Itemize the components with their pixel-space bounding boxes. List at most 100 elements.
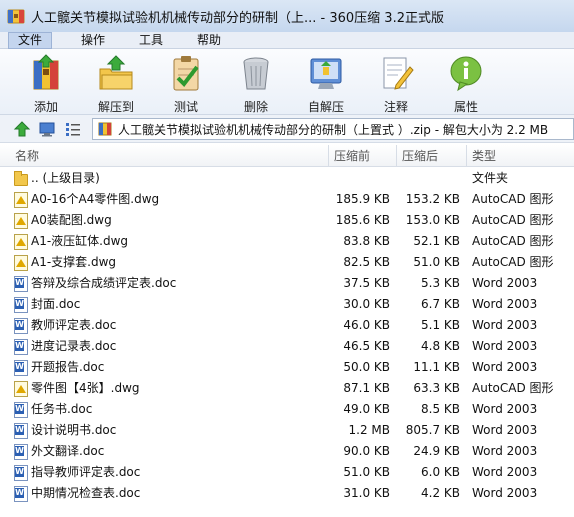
file-name: 教师评定表.doc xyxy=(31,318,117,332)
file-size: 49.0 KB xyxy=(343,402,390,416)
file-type: Word 2003 xyxy=(472,276,538,290)
word-doc-icon xyxy=(14,297,28,313)
extract-to-icon xyxy=(96,53,136,93)
file-size: 51.0 KB xyxy=(343,465,390,479)
file-packed-size: 4.2 KB xyxy=(421,486,460,500)
word-doc-icon xyxy=(14,402,28,418)
app-icon xyxy=(7,7,25,25)
file-name: 中期情况检查表.doc xyxy=(31,486,141,500)
address-bar: 人工髋关节模拟试验机机械传动部分的研制（上置式 ）.zip - 解包大小为 2.… xyxy=(0,115,574,143)
file-packed-size: 11.1 KB xyxy=(413,360,460,374)
file-name: 零件图【4张】.dwg xyxy=(31,381,140,395)
word-doc-icon xyxy=(14,360,28,376)
test-clipboard-icon xyxy=(166,53,206,93)
zip-archive-icon xyxy=(98,122,112,136)
file-row[interactable]: 答辩及综合成绩评定表.doc 37.5 KB 5.3 KB Word 2003 xyxy=(0,273,574,294)
column-name[interactable]: 名称 xyxy=(10,145,328,167)
path-field[interactable]: 人工髋关节模拟试验机机械传动部分的研制（上置式 ）.zip - 解包大小为 2.… xyxy=(92,118,574,140)
file-name: 开题报告.doc xyxy=(31,360,105,374)
file-size: 87.1 KB xyxy=(343,381,390,395)
file-row[interactable]: 设计说明书.doc 1.2 MB 805.7 KB Word 2003 xyxy=(0,420,574,441)
file-name: 任务书.doc xyxy=(31,402,93,416)
file-row[interactable]: 任务书.doc 49.0 KB 8.5 KB Word 2003 xyxy=(0,399,574,420)
file-row[interactable]: 指导教师评定表.doc 51.0 KB 6.0 KB Word 2003 xyxy=(0,462,574,483)
file-name: 答辩及综合成绩评定表.doc xyxy=(31,276,177,290)
autocad-file-icon xyxy=(14,192,28,208)
menu-tools[interactable]: 工具 xyxy=(130,32,172,49)
self-extract-icon xyxy=(306,53,346,93)
file-size: 185.6 KB xyxy=(335,213,390,227)
file-row[interactable]: A1-支撑套.dwg 82.5 KB 51.0 KB AutoCAD 图形 xyxy=(0,252,574,273)
properties-button[interactable]: 属性 xyxy=(438,53,494,114)
menu-operate[interactable]: 操作 xyxy=(72,32,114,49)
file-size: 30.0 KB xyxy=(343,297,390,311)
autocad-file-icon xyxy=(14,255,28,271)
word-doc-icon xyxy=(14,318,28,334)
file-type: AutoCAD 图形 xyxy=(472,213,554,227)
file-row[interactable]: .. (上级目录) 文件夹 xyxy=(0,168,574,189)
file-row[interactable]: 外文翻译.doc 90.0 KB 24.9 KB Word 2003 xyxy=(0,441,574,462)
file-type: Word 2003 xyxy=(472,423,538,437)
file-row[interactable]: 进度记录表.doc 46.5 KB 4.8 KB Word 2003 xyxy=(0,336,574,357)
menu-file[interactable]: 文件 xyxy=(8,31,53,49)
file-name: 设计说明书.doc xyxy=(31,423,117,437)
properties-label: 属性 xyxy=(453,100,478,114)
word-doc-icon xyxy=(14,276,28,292)
delete-button[interactable]: 删除 xyxy=(228,53,284,114)
file-type: Word 2003 xyxy=(472,486,538,500)
file-row[interactable]: A1-液压缸体.dwg 83.8 KB 52.1 KB AutoCAD 图形 xyxy=(0,231,574,252)
file-packed-size: 24.9 KB xyxy=(413,444,460,458)
comment-label: 注释 xyxy=(383,100,408,114)
list-view-icon[interactable] xyxy=(64,120,82,138)
file-name: 封面.doc xyxy=(31,297,81,311)
file-row[interactable]: 教师评定表.doc 46.0 KB 5.1 KB Word 2003 xyxy=(0,315,574,336)
menu-help[interactable]: 帮助 xyxy=(188,32,230,49)
autocad-file-icon xyxy=(14,213,28,229)
file-size: 90.0 KB xyxy=(343,444,390,458)
file-size: 185.9 KB xyxy=(335,192,390,206)
add-button[interactable]: 添加 xyxy=(18,53,74,114)
self-extract-label: 自解压 xyxy=(307,100,344,114)
comment-button[interactable]: 注释 xyxy=(368,53,424,114)
file-packed-size: 63.3 KB xyxy=(413,381,460,395)
file-row[interactable]: 封面.doc 30.0 KB 6.7 KB Word 2003 xyxy=(0,294,574,315)
file-row[interactable]: 开题报告.doc 50.0 KB 11.1 KB Word 2003 xyxy=(0,357,574,378)
delete-bin-icon xyxy=(236,53,276,93)
menu-bar: 文件 操作 工具 帮助 xyxy=(0,31,574,49)
column-size[interactable]: 压缩前 xyxy=(328,145,396,167)
window-title: 人工髋关节模拟试验机机械传动部分的研制（上... - 360压缩 3.2正式版 xyxy=(31,10,444,26)
file-packed-size: 6.7 KB xyxy=(421,297,460,311)
file-type: AutoCAD 图形 xyxy=(472,255,554,269)
file-row[interactable]: A0-16个A4零件图.dwg 185.9 KB 153.2 KB AutoCAD 图… xyxy=(0,189,574,210)
extract-to-button[interactable]: 解压到 xyxy=(88,53,144,114)
self-extract-button[interactable]: 自解压 xyxy=(298,53,354,114)
column-packed[interactable]: 压缩后 xyxy=(396,145,466,167)
test-button[interactable]: 测试 xyxy=(158,53,214,114)
file-name: .. (上级目录) xyxy=(31,171,100,185)
word-doc-icon xyxy=(14,339,28,355)
file-type: Word 2003 xyxy=(472,297,538,311)
add-label: 添加 xyxy=(33,100,58,114)
delete-label: 删除 xyxy=(243,100,268,114)
file-packed-size: 805.7 KB xyxy=(405,423,460,437)
file-size: 37.5 KB xyxy=(343,276,390,290)
file-row[interactable]: 中期情况检查表.doc 31.0 KB 4.2 KB Word 2003 xyxy=(0,483,574,504)
extract-to-label: 解压到 xyxy=(97,100,134,114)
title-bar: 人工髋关节模拟试验机机械传动部分的研制（上... - 360压缩 3.2正式版 xyxy=(0,0,574,32)
file-type: Word 2003 xyxy=(472,402,538,416)
file-type: AutoCAD 图形 xyxy=(472,381,554,395)
file-type: Word 2003 xyxy=(472,318,538,332)
info-bubble-icon xyxy=(446,53,486,93)
up-arrow-icon[interactable] xyxy=(13,120,31,138)
file-name: 进度记录表.doc xyxy=(31,339,117,353)
desktop-icon[interactable] xyxy=(38,120,56,138)
file-row[interactable]: A0装配图.dwg 185.6 KB 153.0 KB AutoCAD 图形 xyxy=(0,210,574,231)
file-row[interactable]: 零件图【4张】.dwg 87.1 KB 63.3 KB AutoCAD 图形 xyxy=(0,378,574,399)
comment-pencil-icon xyxy=(376,53,416,93)
file-packed-size: 6.0 KB xyxy=(421,465,460,479)
file-packed-size: 153.0 KB xyxy=(405,213,460,227)
file-size: 82.5 KB xyxy=(343,255,390,269)
file-name: A1-支撑套.dwg xyxy=(31,255,117,269)
column-type[interactable]: 类型 xyxy=(466,145,574,167)
file-packed-size: 4.8 KB xyxy=(421,339,460,353)
